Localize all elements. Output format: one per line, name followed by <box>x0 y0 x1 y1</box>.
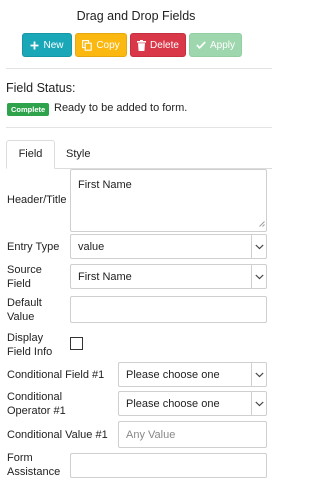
new-button-label: New <box>43 39 64 51</box>
status-message: Ready to be added to form. <box>54 102 188 114</box>
copy-button-label: Copy <box>96 39 120 51</box>
form-assistance-input[interactable] <box>70 453 267 478</box>
apply-button-label: Apply <box>209 39 235 51</box>
field-status-heading: Field Status: <box>6 81 76 95</box>
conditional-value-1-input[interactable]: Any Value <box>118 421 267 448</box>
header-title-value: First Name <box>78 179 132 191</box>
copy-button[interactable]: Copy <box>75 33 127 57</box>
tab-style[interactable]: Style <box>66 141 90 168</box>
entry-type-select[interactable]: value <box>70 234 267 259</box>
header-title-textarea[interactable]: First Name <box>70 169 267 232</box>
trash-icon <box>137 39 147 51</box>
header-title-label: Header/Title <box>7 194 67 206</box>
resize-handle-icon[interactable] <box>258 218 265 230</box>
conditional-field-1-select[interactable]: Please choose one <box>118 362 267 387</box>
conditional-value-1-placeholder: Any Value <box>126 428 176 441</box>
conditional-field-1-value: Please choose one <box>126 368 220 381</box>
apply-button[interactable]: Apply <box>189 33 242 57</box>
chevron-down-icon <box>251 265 266 288</box>
form-assistance-label: Form Assistance <box>7 452 61 478</box>
conditional-operator-1-select[interactable]: Please choose one <box>118 391 267 416</box>
panel-title: Drag and Drop Fields <box>76 9 196 23</box>
tab-field[interactable]: Field <box>6 140 55 169</box>
chevron-down-icon <box>251 363 266 386</box>
new-button[interactable]: New <box>22 33 72 57</box>
chevron-down-icon <box>251 235 266 258</box>
status-badge: Complete <box>7 103 50 116</box>
display-field-info-checkbox[interactable] <box>70 337 83 350</box>
source-field-select[interactable]: First Name <box>70 264 267 289</box>
delete-button[interactable]: Delete <box>130 33 186 57</box>
default-value-input[interactable] <box>70 296 267 323</box>
default-value-label: Default Value <box>7 297 42 323</box>
display-field-info-label: Display Field Info <box>7 332 53 358</box>
source-field-value: First Name <box>78 270 132 283</box>
chevron-down-icon <box>251 392 266 415</box>
copy-icon <box>82 39 93 51</box>
plus-icon <box>30 41 39 50</box>
entry-type-label: Entry Type <box>7 241 60 253</box>
conditional-operator-1-value: Please choose one <box>126 397 220 410</box>
source-field-label: Source Field <box>7 264 42 290</box>
conditional-field-1-label: Conditional Field #1 <box>7 369 105 381</box>
conditional-operator-1-label: Conditional Operator #1 <box>7 391 66 417</box>
entry-type-value: value <box>78 240 105 253</box>
check-icon <box>196 41 206 49</box>
divider <box>6 68 272 69</box>
divider <box>6 127 272 128</box>
conditional-value-1-label: Conditional Value #1 <box>7 429 108 441</box>
delete-button-label: Delete <box>150 39 179 51</box>
